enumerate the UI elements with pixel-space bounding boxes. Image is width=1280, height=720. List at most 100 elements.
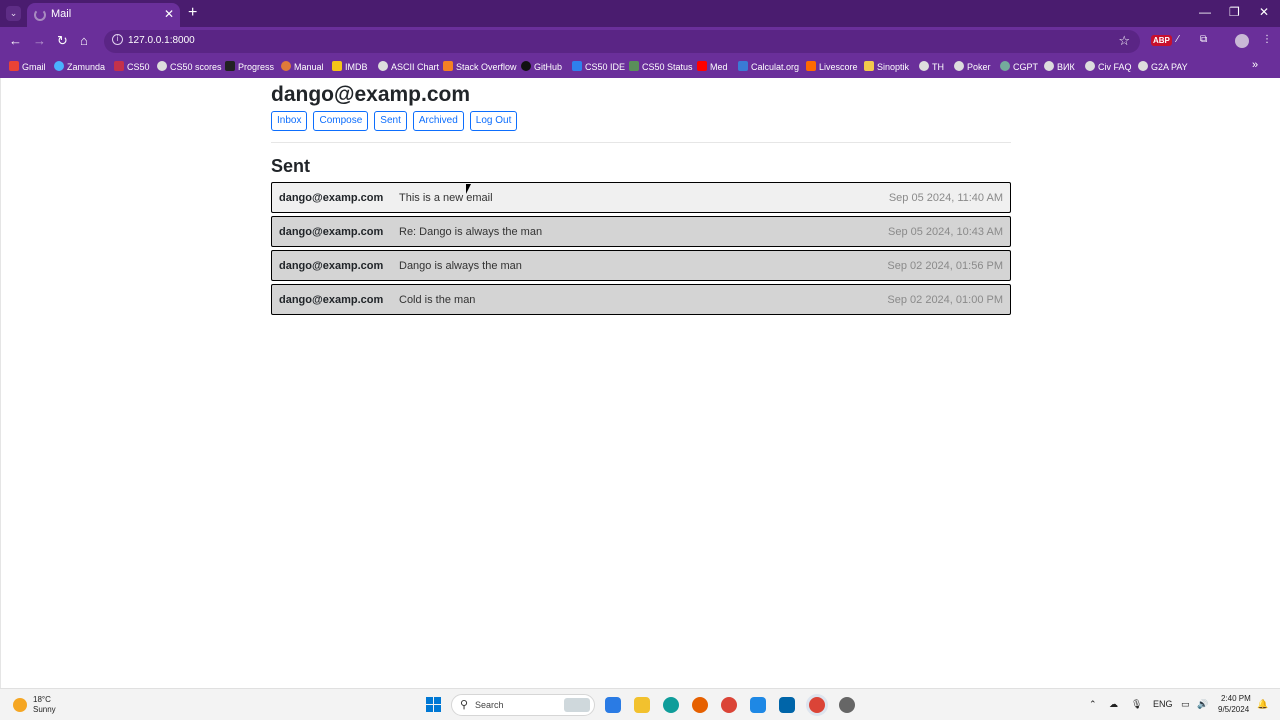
profile-avatar[interactable] <box>1235 34 1249 48</box>
bookmark-cs50[interactable]: CS50 <box>114 61 150 72</box>
email-subject: Dango is always the man <box>399 260 522 272</box>
adblock-extension-icon[interactable]: ABP <box>1151 35 1172 46</box>
language-indicator[interactable]: ENG <box>1153 699 1173 709</box>
browser-titlebar: ⌄ Mail ✕ + — ❐ ✕ <box>0 0 1280 27</box>
network-icon[interactable]: ▭ <box>1181 699 1190 710</box>
todo-app-icon[interactable] <box>605 697 621 713</box>
manual-icon <box>281 61 291 71</box>
home-icon[interactable]: ⌂ <box>80 33 88 48</box>
clock-time[interactable]: 2:40 PM <box>1221 694 1251 703</box>
close-window-icon[interactable]: ✕ <box>1259 5 1269 19</box>
email-row[interactable]: dango@examp.com Re: Dango is always the … <box>271 216 1011 247</box>
notification-bell-icon[interactable]: 🔔 <box>1257 699 1268 710</box>
email-subject: Re: Dango is always the man <box>399 226 543 238</box>
clock-date[interactable]: 9/5/2024 <box>1218 705 1249 714</box>
tab-search-icon[interactable]: ⌄ <box>6 6 21 21</box>
notepad-icon[interactable] <box>750 697 766 713</box>
weather-condition[interactable]: Sunny <box>33 705 56 714</box>
sinoptik-icon <box>864 61 874 71</box>
bookmark-civ-faq[interactable]: Civ FAQ <box>1085 61 1132 72</box>
mail-nav: Inbox Compose Sent Archived Log Out <box>271 111 518 131</box>
bookmark-calculat[interactable]: Calculat.org <box>738 61 799 72</box>
bookmark-cs50-ide[interactable]: CS50 IDE <box>572 61 625 72</box>
file-explorer-icon[interactable] <box>634 697 650 713</box>
reload-icon[interactable]: ↻ <box>57 33 68 49</box>
edge-browser-icon[interactable] <box>663 697 679 713</box>
bookmark-livescore[interactable]: Livescore <box>806 61 858 72</box>
page-viewport: dango@examp.com Inbox Compose Sent Archi… <box>0 78 1280 688</box>
bookmark-cgpt[interactable]: CGPT <box>1000 61 1038 72</box>
bookmark-ascii-chart[interactable]: ASCII Chart <box>378 61 439 72</box>
bookmark-gmail[interactable]: Gmail <box>9 61 46 72</box>
menu-kebab-icon[interactable]: ⋮ <box>1262 34 1272 45</box>
tray-overflow-icon[interactable]: ⌃ <box>1089 699 1097 710</box>
bookmark-zamunda[interactable]: Zamunda <box>54 61 105 72</box>
bookmark-imdb[interactable]: IMDB <box>332 61 368 72</box>
compose-button[interactable]: Compose <box>313 111 369 131</box>
bookmark-vik[interactable]: ВИК <box>1044 61 1075 72</box>
bookmark-cs50-scores[interactable]: CS50 scores <box>157 61 222 72</box>
bookmark-sinoptik[interactable]: Sinoptik <box>864 61 909 72</box>
vscode-icon <box>572 61 582 71</box>
inbox-button[interactable]: Inbox <box>271 111 308 131</box>
mouse-cursor-icon <box>466 184 476 194</box>
globe-icon <box>378 61 388 71</box>
livescore-icon <box>806 61 816 71</box>
tab-mail[interactable]: Mail ✕ <box>27 3 180 27</box>
extensions-puzzle-icon[interactable]: ⧉ <box>1200 34 1207 45</box>
browser-toolbar: ← → ↻ ⌂ i 127.0.0.1:8000 ☆ ABP ⁄ ⧉ ⋮ <box>0 27 1280 56</box>
bookmark-g2a-pay[interactable]: G2A PAY <box>1138 61 1188 72</box>
bookmark-th[interactable]: TH <box>919 61 944 72</box>
globe-icon <box>1085 61 1095 71</box>
github-icon <box>521 61 531 71</box>
bookmark-manual[interactable]: Manual <box>281 61 324 72</box>
sun-icon[interactable] <box>13 698 27 712</box>
bookmark-progress[interactable]: Progress <box>225 61 274 72</box>
chrome-icon[interactable] <box>721 697 737 713</box>
onedrive-icon[interactable]: ☁ <box>1109 699 1118 710</box>
bookmark-stack-overflow[interactable]: Stack Overflow <box>443 61 517 72</box>
address-bar[interactable]: i 127.0.0.1:8000 ☆ <box>104 30 1140 53</box>
bookmark-star-icon[interactable]: ☆ <box>1118 33 1130 49</box>
url-text[interactable]: 127.0.0.1:8000 <box>128 35 195 46</box>
bookmarks-overflow-icon[interactable]: » <box>1252 59 1258 71</box>
archived-button[interactable]: Archived <box>412 111 464 131</box>
vscode-app-icon[interactable] <box>779 697 795 713</box>
forward-icon[interactable]: → <box>33 33 46 48</box>
email-sender: dango@examp.com <box>279 294 384 306</box>
sent-button[interactable]: Sent <box>374 111 407 131</box>
mailbox-title: Sent <box>271 156 311 176</box>
email-row[interactable]: dango@examp.com Cold is the man Sep 02 2… <box>271 284 1011 315</box>
email-row[interactable]: dango@examp.com This is a new email Sep … <box>271 182 1011 213</box>
email-subject: This is a new email <box>399 192 493 204</box>
steam-icon[interactable] <box>839 697 855 713</box>
email-sender: dango@examp.com <box>279 226 384 238</box>
x-icon <box>225 61 235 71</box>
user-email-heading: dango@examp.com <box>271 83 471 106</box>
tab-close-icon[interactable]: ✕ <box>164 7 174 21</box>
start-windows-icon[interactable] <box>426 697 441 712</box>
email-subject: Cold is the man <box>399 294 476 306</box>
pen-extension-icon[interactable]: ⁄ <box>1177 34 1179 45</box>
chrome-active-icon[interactable] <box>809 697 825 713</box>
back-icon[interactable]: ← <box>9 33 22 48</box>
bookmark-poker[interactable]: Poker <box>954 61 991 72</box>
bookmark-cs50-status[interactable]: CS50 Status <box>629 61 693 72</box>
weather-temp[interactable]: 18°C <box>33 695 51 704</box>
logout-button[interactable]: Log Out <box>469 111 518 131</box>
firefox-icon[interactable] <box>692 697 708 713</box>
bookmark-github[interactable]: GitHub <box>521 61 562 72</box>
site-info-icon[interactable]: i <box>112 34 123 45</box>
taskbar-search[interactable]: ⚲ Search <box>451 694 595 716</box>
email-row[interactable]: dango@examp.com Dango is always the man … <box>271 250 1011 281</box>
divider <box>271 142 1011 143</box>
bookmark-med[interactable]: Med <box>697 61 728 72</box>
globe-icon <box>1044 61 1054 71</box>
restore-icon[interactable]: ❐ <box>1229 5 1240 19</box>
volume-icon[interactable]: 🔊 <box>1197 699 1208 710</box>
new-tab-icon[interactable]: + <box>188 4 197 22</box>
cs50-icon <box>114 61 124 71</box>
minimize-icon[interactable]: — <box>1199 5 1211 19</box>
microphone-icon[interactable]: 🎙 <box>1131 699 1142 710</box>
youtube-icon <box>697 61 707 71</box>
